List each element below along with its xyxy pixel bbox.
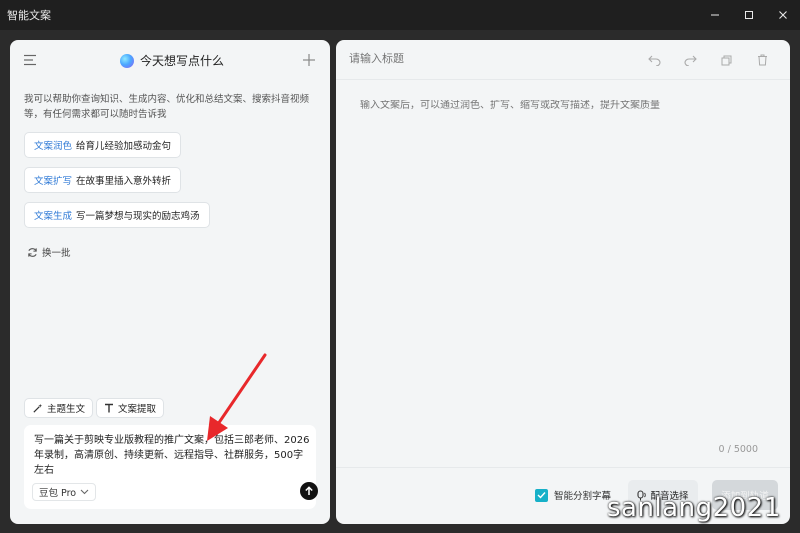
copy-icon [721, 55, 731, 65]
suggestion-text: 给育儿经验加感动金句 [76, 141, 172, 152]
model-selector[interactable]: 豆包 Pro [32, 483, 97, 501]
redo-button[interactable] [672, 52, 708, 68]
refresh-icon [28, 247, 37, 257]
body-input[interactable] [360, 100, 770, 111]
assistant-header: 今天想写点什么 [10, 40, 330, 80]
editor-panel: 0 / 5000 智能分割字幕 配音选择 添加到轨道 [336, 40, 790, 524]
footer-divider [336, 467, 790, 468]
undo-icon [647, 55, 661, 66]
char-counter: 0 / 5000 [718, 444, 758, 455]
window-title: 智能文案 [7, 9, 51, 22]
magic-wand-icon [33, 403, 43, 413]
suggestion-tag: 文案生成 [34, 211, 73, 222]
watermark: sanlang2021 [607, 493, 781, 523]
send-button[interactable] [300, 482, 318, 500]
topic-generate-label: 主题生文 [47, 404, 86, 415]
refresh-label: 换一批 [42, 248, 71, 259]
minimize-button[interactable] [698, 0, 732, 30]
smart-subtitle-label: 智能分割字幕 [554, 491, 612, 502]
window-controls [698, 0, 800, 30]
text-extract-button[interactable]: 文案提取 [96, 398, 165, 418]
suggestion-chip[interactable]: 文案润色 给育儿经验加感动金句 [24, 132, 182, 158]
compose-input[interactable]: 写一篇关于剪映专业版教程的推广文案，包括三郎老师、2026年录制，高清原创、持续… [34, 433, 310, 478]
suggestion-chip[interactable]: 文案生成 写一篇梦想与现实的励志鸡汤 [24, 202, 210, 228]
intro-text: 我可以帮助你查询知识、生成内容、优化和总结文案、搜索抖音视频等，有任何需求都可以… [24, 94, 310, 120]
trash-icon [757, 54, 767, 66]
maximize-button[interactable] [732, 0, 766, 30]
model-label: 豆包 Pro [39, 488, 77, 499]
suggestion-tag: 文案扩写 [34, 176, 73, 187]
editor-toolbar [636, 52, 780, 68]
menu-icon[interactable] [24, 54, 37, 66]
suggestion-text: 在故事里插入意外转折 [76, 176, 172, 187]
suggestion-text: 写一篇梦想与现实的励志鸡汤 [76, 211, 200, 222]
refresh-suggestions-button[interactable]: 换一批 [27, 245, 71, 259]
suggestion-tag: 文案润色 [34, 141, 73, 152]
close-button[interactable] [766, 0, 800, 30]
assistant-orb-icon [120, 53, 134, 68]
copy-button[interactable] [708, 52, 744, 68]
assistant-panel: 今天想写点什么 我可以帮助你查询知识、生成内容、优化和总结文案、搜索抖音视频等，… [10, 40, 330, 524]
close-icon [779, 11, 787, 19]
greeting: 今天想写点什么 [120, 52, 224, 69]
chevron-down-icon [80, 489, 89, 495]
checkbox-checked-icon[interactable] [535, 488, 548, 502]
new-chat-plus-icon[interactable] [302, 53, 316, 67]
editor-header [336, 40, 790, 80]
text-extract-label: 文案提取 [118, 404, 157, 415]
title-input[interactable] [349, 52, 599, 65]
undo-button[interactable] [636, 52, 672, 68]
maximize-icon [745, 11, 753, 19]
text-icon [105, 403, 113, 413]
suggestion-chip[interactable]: 文案扩写 在故事里插入意外转折 [24, 167, 182, 193]
redo-icon [683, 55, 697, 66]
delete-button[interactable] [744, 52, 780, 68]
title-bar: 智能文案 [0, 0, 800, 30]
topic-generate-button[interactable]: 主题生文 [24, 398, 94, 418]
minimize-icon [711, 14, 719, 16]
greeting-text: 今天想写点什么 [140, 54, 225, 68]
smart-subtitle-checkbox[interactable]: 智能分割字幕 [535, 488, 611, 502]
compose-box[interactable]: 写一篇关于剪映专业版教程的推广文案，包括三郎老师、2026年录制，高清原创、持续… [24, 425, 318, 509]
arrow-up-icon [305, 486, 313, 495]
